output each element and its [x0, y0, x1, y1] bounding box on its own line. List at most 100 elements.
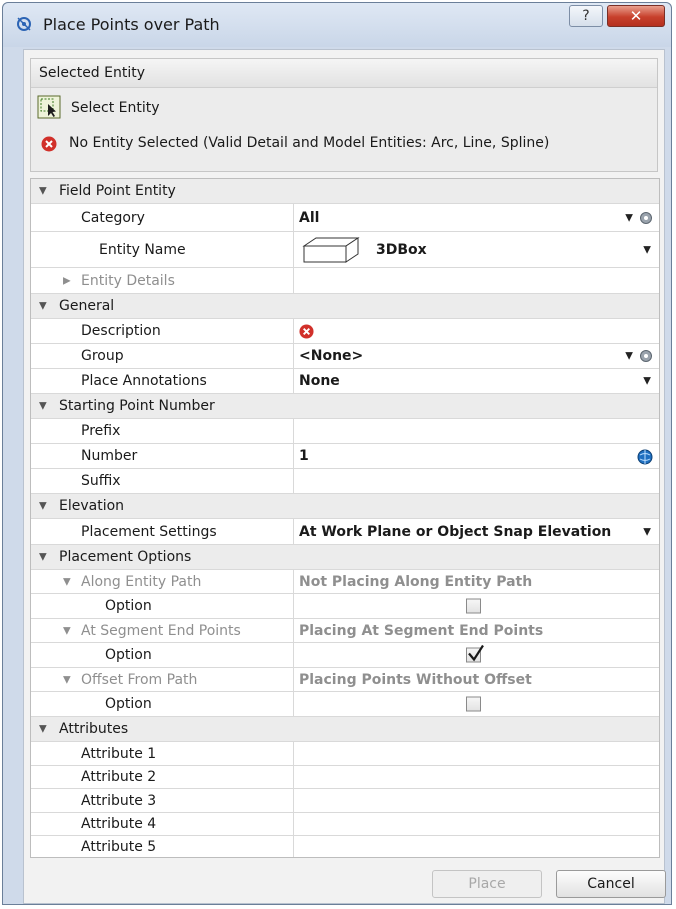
- category-dropdown[interactable]: All ▼: [293, 204, 659, 231]
- gear-icon[interactable]: [639, 211, 653, 225]
- property-label: Place Annotations: [81, 373, 207, 389]
- offset-option-value: [293, 692, 659, 716]
- collapse-caret-icon[interactable]: ▼: [39, 724, 47, 735]
- property-row-offset-option[interactable]: Option: [31, 692, 659, 717]
- property-row-entity-name[interactable]: Entity Name 3DBox ▼: [31, 232, 659, 268]
- app-icon: [17, 17, 31, 31]
- title-bar[interactable]: Place Points over Path ? ✕: [3, 3, 671, 47]
- dropdown-arrow-icon[interactable]: ▼: [625, 351, 633, 362]
- place-annotations-dropdown[interactable]: None ▼: [293, 369, 659, 393]
- property-label: Group: [81, 348, 124, 364]
- attribute-3-field[interactable]: [293, 789, 659, 812]
- selection-status-text: No Entity Selected (Valid Detail and Mod…: [69, 135, 550, 151]
- box-3d-icon: [302, 237, 360, 263]
- property-row-attribute-3[interactable]: Attribute 3: [31, 789, 659, 813]
- category-starting-point-number[interactable]: ▼ Starting Point Number: [31, 394, 659, 419]
- select-entity-icon: [37, 95, 61, 119]
- along-option-value: [293, 594, 659, 618]
- property-label: Attribute 4: [81, 816, 157, 832]
- property-label: Suffix: [81, 473, 121, 489]
- collapse-caret-icon[interactable]: ▼: [39, 186, 47, 197]
- attribute-2-field[interactable]: [293, 766, 659, 788]
- property-row-number[interactable]: Number 1: [31, 444, 659, 469]
- property-row-description[interactable]: Description: [31, 319, 659, 344]
- segment-option-value: [293, 643, 659, 667]
- error-icon: [299, 324, 314, 339]
- category-attributes[interactable]: ▼ Attributes: [31, 717, 659, 742]
- category-field-point-entity[interactable]: ▼ Field Point Entity: [31, 179, 659, 204]
- attribute-4-field[interactable]: [293, 813, 659, 835]
- property-row-suffix[interactable]: Suffix: [31, 469, 659, 494]
- gear-icon[interactable]: [639, 349, 653, 363]
- property-row-at-segment-end-points[interactable]: ▼ At Segment End Points Placing At Segme…: [31, 619, 659, 643]
- place-annotations-value: None: [299, 373, 340, 389]
- along-entity-path-value: Not Placing Along Entity Path: [293, 570, 659, 593]
- collapse-caret-icon[interactable]: ▼: [39, 301, 47, 312]
- collapse-caret-icon[interactable]: ▼: [39, 401, 47, 412]
- number-field[interactable]: 1: [293, 444, 659, 468]
- offset-from-path-checkbox[interactable]: [466, 696, 481, 712]
- property-grid: ▼ Field Point Entity Category All ▼ Enti…: [30, 178, 660, 858]
- along-entity-path-checkbox[interactable]: [466, 598, 481, 614]
- group-value: <None>: [299, 348, 364, 364]
- entity-details-value: [293, 268, 659, 293]
- dialog-window: Place Points over Path ? ✕ Selected Enti…: [2, 2, 672, 905]
- dropdown-arrow-icon[interactable]: ▼: [643, 244, 651, 255]
- at-segment-end-points-checkbox[interactable]: [466, 644, 484, 663]
- suffix-field[interactable]: [293, 469, 659, 493]
- collapse-caret-icon[interactable]: ▼: [63, 674, 71, 685]
- property-label: Option: [105, 647, 152, 663]
- property-row-placement-settings[interactable]: Placement Settings At Work Plane or Obje…: [31, 519, 659, 545]
- attribute-1-field[interactable]: [293, 742, 659, 765]
- collapse-caret-icon[interactable]: ▼: [39, 552, 47, 563]
- dropdown-arrow-icon[interactable]: ▼: [643, 526, 651, 537]
- checkmark-icon: [468, 644, 484, 662]
- category-general[interactable]: ▼ General: [31, 294, 659, 319]
- collapse-caret-icon[interactable]: ▼: [39, 501, 47, 512]
- category-placement-options[interactable]: ▼ Placement Options: [31, 545, 659, 570]
- offset-from-path-status: Placing Points Without Offset: [299, 671, 532, 688]
- selected-entity-heading: Selected Entity: [39, 65, 146, 81]
- entity-name-dropdown[interactable]: 3DBox ▼: [293, 232, 659, 267]
- property-row-prefix[interactable]: Prefix: [31, 419, 659, 444]
- attribute-5-field[interactable]: [293, 836, 659, 857]
- category-label: Placement Options: [59, 549, 192, 565]
- placement-settings-value: At Work Plane or Object Snap Elevation: [299, 523, 612, 540]
- property-row-offset-from-path[interactable]: ▼ Offset From Path Placing Points Withou…: [31, 668, 659, 692]
- property-row-attribute-1[interactable]: Attribute 1: [31, 742, 659, 766]
- property-row-segment-option[interactable]: Option: [31, 643, 659, 668]
- place-button[interactable]: Place: [432, 870, 542, 898]
- dropdown-arrow-icon[interactable]: ▼: [625, 212, 633, 223]
- property-row-along-option[interactable]: Option: [31, 594, 659, 619]
- cancel-button[interactable]: Cancel: [556, 870, 666, 898]
- property-row-entity-details[interactable]: ▶ Entity Details: [31, 268, 659, 294]
- property-label: Attribute 1: [81, 745, 157, 762]
- property-label: At Segment End Points: [81, 622, 241, 639]
- property-row-place-annotations[interactable]: Place Annotations None ▼: [31, 369, 659, 394]
- category-elevation[interactable]: ▼ Elevation: [31, 494, 659, 519]
- property-label: Placement Settings: [81, 523, 217, 540]
- collapse-caret-icon[interactable]: ▼: [63, 625, 71, 636]
- dropdown-arrow-icon[interactable]: ▼: [643, 376, 651, 387]
- property-row-attribute-2[interactable]: Attribute 2: [31, 766, 659, 789]
- select-entity-button[interactable]: Select Entity: [37, 95, 197, 123]
- close-button[interactable]: ✕: [607, 5, 665, 27]
- property-label: Prefix: [81, 423, 121, 439]
- property-label: Attribute 2: [81, 769, 157, 785]
- prefix-field[interactable]: [293, 419, 659, 443]
- expand-caret-icon[interactable]: ▶: [63, 275, 71, 286]
- property-row-along-entity-path[interactable]: ▼ Along Entity Path Not Placing Along En…: [31, 570, 659, 594]
- category-label: General: [59, 298, 115, 314]
- property-row-attribute-4[interactable]: Attribute 4: [31, 813, 659, 836]
- collapse-caret-icon[interactable]: ▼: [63, 576, 71, 587]
- property-row-attribute-5[interactable]: Attribute 5: [31, 836, 659, 857]
- placement-settings-dropdown[interactable]: At Work Plane or Object Snap Elevation ▼: [293, 519, 659, 544]
- help-button[interactable]: ?: [569, 5, 603, 27]
- group-dropdown[interactable]: <None> ▼: [293, 344, 659, 368]
- globe-icon[interactable]: [637, 449, 653, 465]
- description-field[interactable]: [293, 319, 659, 343]
- property-label: Attribute 3: [81, 792, 157, 809]
- property-row-group[interactable]: Group <None> ▼: [31, 344, 659, 369]
- property-row-category[interactable]: Category All ▼: [31, 204, 659, 232]
- offset-from-path-value: Placing Points Without Offset: [293, 668, 659, 691]
